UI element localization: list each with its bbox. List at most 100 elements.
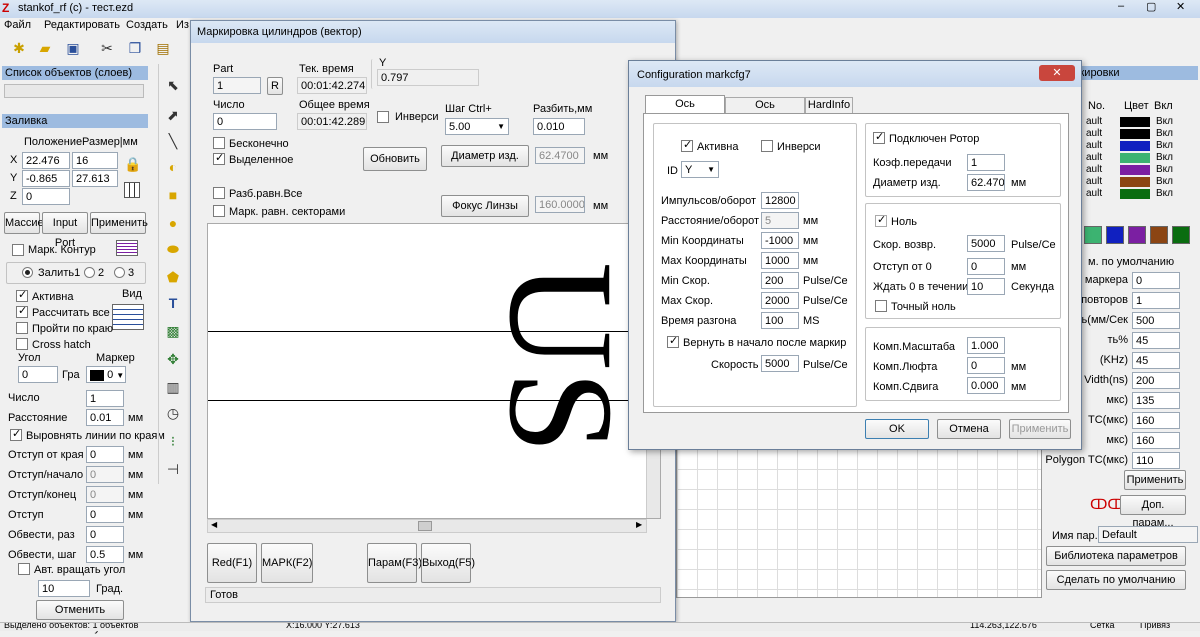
save-icon[interactable]: ▣: [62, 37, 84, 59]
min-speed-input[interactable]: 200: [761, 272, 799, 289]
canvas-area[interactable]: [676, 448, 1042, 598]
comp-scale-input[interactable]: 1.000: [967, 337, 1005, 354]
param-input[interactable]: 45: [1132, 352, 1180, 369]
axis-inverse-checkbox[interactable]: [761, 140, 773, 152]
offset-start-input[interactable]: 0: [86, 466, 124, 483]
palette-swatch[interactable]: [1106, 226, 1124, 244]
select-arrow-icon[interactable]: ⬉: [162, 74, 184, 96]
height-input[interactable]: 27.613: [72, 170, 118, 187]
status-snap[interactable]: Сетка: [1090, 623, 1114, 630]
r-button[interactable]: R: [267, 77, 283, 95]
return-start-checkbox[interactable]: [667, 334, 679, 348]
update-button[interactable]: Обновить: [363, 147, 427, 171]
grid-align-icon[interactable]: [124, 182, 140, 198]
param-input[interactable]: 500: [1132, 312, 1180, 329]
active-checkbox[interactable]: [16, 288, 28, 302]
palette-swatch[interactable]: [1128, 226, 1146, 244]
ok-button[interactable]: OK: [865, 419, 929, 439]
barcode-icon[interactable]: ▥: [162, 376, 184, 398]
offset-end-input[interactable]: 0: [86, 486, 124, 503]
new-icon[interactable]: ✱: [8, 37, 30, 59]
split-all-checkbox[interactable]: [213, 187, 225, 199]
max-coord-input[interactable]: 1000: [761, 252, 799, 269]
menu-file[interactable]: Файл: [4, 19, 31, 31]
return-speed-input[interactable]: 5000: [967, 235, 1005, 252]
count-input[interactable]: 0: [213, 113, 277, 130]
fill2-radio[interactable]: [84, 267, 95, 278]
comp-play-input[interactable]: 0: [967, 357, 1005, 374]
mark-contour-checkbox[interactable]: [12, 244, 24, 256]
offset-input[interactable]: 0: [86, 506, 124, 523]
zero-checkbox[interactable]: [875, 213, 887, 227]
open-folder-icon[interactable]: ▰: [34, 37, 56, 59]
scroll-left-icon[interactable]: ◀: [211, 520, 217, 529]
make-default-button[interactable]: Сделать по умолчанию: [1046, 570, 1186, 590]
param-input[interactable]: 45: [1132, 332, 1180, 349]
node-edit-icon[interactable]: ⬈: [162, 104, 184, 126]
cancel-button[interactable]: Отмена: [937, 419, 1001, 439]
rotor-connected-checkbox[interactable]: [873, 130, 885, 144]
line-icon[interactable]: ╲: [162, 130, 184, 152]
gear-input[interactable]: 1: [967, 154, 1005, 171]
red-button[interactable]: Red(F1): [207, 543, 257, 583]
infinite-checkbox[interactable]: [213, 137, 225, 149]
x-input[interactable]: 22.476: [22, 152, 70, 169]
rotor-diam-input[interactable]: 62.470: [967, 174, 1005, 191]
cross-hatch-checkbox[interactable]: [16, 338, 28, 350]
width-input[interactable]: 16: [72, 152, 118, 169]
selected-checkbox[interactable]: [213, 151, 225, 165]
wait0-input[interactable]: 10: [967, 278, 1005, 295]
pen-row[interactable]: ault Вкл: [1084, 140, 1184, 152]
speed-input[interactable]: 5000: [761, 355, 799, 372]
tab-axis1[interactable]: Ось вращения1: [645, 95, 725, 127]
calc-all-checkbox[interactable]: [16, 304, 28, 318]
minimize-icon[interactable]: ‒: [1118, 0, 1124, 12]
part-input[interactable]: 1: [213, 77, 261, 94]
param-library-button[interactable]: Библиотека параметров: [1046, 546, 1186, 566]
diameter-button[interactable]: Диаметр изд.: [441, 145, 529, 167]
apply-fill-button[interactable]: Применить: [90, 212, 148, 234]
angle-input[interactable]: 0: [18, 366, 58, 383]
axis-active-checkbox[interactable]: [681, 138, 693, 152]
objects-scrollbar[interactable]: [4, 84, 144, 98]
close-icon[interactable]: ✕: [1176, 0, 1185, 13]
fill3-radio[interactable]: [114, 267, 125, 278]
input-port-button[interactable]: Input Port: [42, 212, 88, 249]
palette-swatch[interactable]: [1172, 226, 1190, 244]
mark-sectors-checkbox[interactable]: [213, 205, 225, 217]
timer-icon[interactable]: ◷: [162, 402, 184, 424]
pen-row[interactable]: ault Вкл: [1084, 176, 1184, 188]
tab-axis2[interactable]: Ось вращения2: [725, 97, 805, 126]
walk-edge-checkbox[interactable]: [16, 322, 28, 334]
split-input[interactable]: 0.010: [533, 118, 585, 135]
scroll-right-icon[interactable]: ▶: [636, 520, 642, 529]
lock-icon[interactable]: 🔒: [124, 156, 141, 173]
step-select[interactable]: 5.00 ▼: [445, 118, 509, 135]
menu-create[interactable]: Создать: [126, 19, 168, 31]
marker-select[interactable]: 0 ▼: [86, 366, 126, 383]
apply-params-button[interactable]: Применить: [1124, 470, 1186, 490]
auto-rotate-checkbox[interactable]: [18, 563, 30, 575]
param-input[interactable]: 160: [1132, 432, 1180, 449]
exit-button[interactable]: Выход(F5): [421, 543, 475, 583]
pen-row[interactable]: ault Вкл: [1084, 152, 1184, 164]
image-icon[interactable]: ▩: [162, 320, 184, 342]
dist-input[interactable]: 5: [761, 212, 799, 229]
pen-row[interactable]: ault Вкл: [1084, 116, 1184, 128]
bypass-count-input[interactable]: 0: [86, 526, 124, 543]
copy-icon[interactable]: ❐: [124, 37, 146, 59]
distance-input[interactable]: 0.01: [86, 409, 124, 426]
fill1-radio[interactable]: [22, 267, 33, 278]
traffic-light-icon[interactable]: ⁝: [162, 430, 184, 452]
params-button[interactable]: Парам(F3): [367, 543, 422, 583]
paste-icon[interactable]: ▤: [152, 37, 174, 59]
max-speed-input[interactable]: 2000: [761, 292, 799, 309]
more-params-button[interactable]: Доп. парам...: [1120, 495, 1186, 529]
accel-input[interactable]: 100: [761, 312, 799, 329]
min-coord-input[interactable]: -1000: [761, 232, 799, 249]
param-input[interactable]: 1: [1132, 292, 1180, 309]
preview-hscrollbar[interactable]: ◀ ▶: [207, 519, 647, 533]
close-icon[interactable]: ✕: [1039, 65, 1075, 81]
param-input[interactable]: 0: [1132, 272, 1180, 289]
offset0-input[interactable]: 0: [967, 258, 1005, 275]
